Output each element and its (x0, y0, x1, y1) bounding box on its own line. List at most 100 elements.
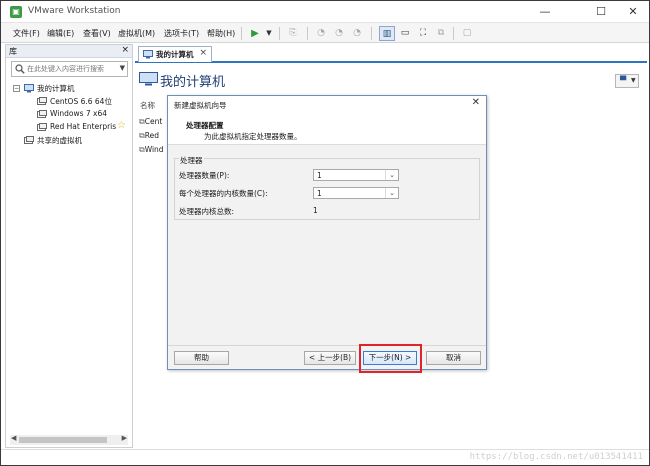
window-title: VMware Workstation (28, 6, 121, 16)
computer-icon (139, 72, 158, 86)
dialog-title: 新建虚拟机向导 (174, 101, 227, 110)
list-item-label: Red (144, 131, 159, 140)
dialog-title-bar: 新建虚拟机向导 ✕ (168, 96, 486, 112)
vmware-logo-icon: ▣ (10, 6, 22, 18)
tree-item-vm[interactable]: Windows 7 x64 (6, 109, 132, 121)
thumbnail-bar-icon[interactable]: ▭ (397, 26, 413, 41)
list-item-label: Wind (144, 145, 164, 154)
processor-count-select[interactable]: 1 ⌄ (313, 169, 399, 181)
menu-help[interactable]: 帮助(H) (207, 28, 235, 39)
scroll-right-icon[interactable]: ▶ (122, 434, 127, 442)
toolbar-separator (371, 27, 372, 40)
scrollbar-thumb[interactable] (19, 437, 107, 443)
highlight-box (359, 344, 422, 373)
view-mode-button[interactable]: ▀ ▼ (615, 74, 639, 88)
toolbar-separator (279, 27, 280, 40)
minimize-button[interactable]: — (529, 1, 561, 23)
vmware-window: ▣ VMware Workstation — ☐ ✕ 文件(F) 编辑(E) 查… (0, 0, 650, 466)
tab-my-computer[interactable]: 我的计算机 × (138, 46, 212, 62)
library-header: 库 × (6, 45, 132, 58)
dialog-close-button[interactable]: ✕ (472, 97, 480, 108)
list-item[interactable]: ⧉Red (139, 131, 159, 141)
list-item[interactable]: ⧉Wind (139, 145, 164, 155)
toolbar-separator (453, 27, 454, 40)
total-cores-value: 1 (313, 206, 318, 215)
toolbar-separator (307, 27, 308, 40)
menu-edit[interactable]: 编辑(E) (47, 28, 74, 39)
tree-item-vm[interactable]: Red Hat Enterpris ☆ (6, 120, 132, 134)
dialog-header-title: 处理器配置 (186, 121, 224, 130)
tree-item-label: 共享的虚拟机 (37, 136, 82, 145)
help-button[interactable]: 帮助 (174, 351, 229, 365)
status-bar: https://blog.csdn.net/u013541411 (1, 449, 649, 465)
tree-item-my-computer[interactable]: − 我的计算机 (6, 83, 132, 95)
revert-snapshot-icon[interactable]: ◔ (331, 26, 347, 41)
console-view-icon[interactable]: ▢ (459, 26, 475, 41)
library-search: ▼ (11, 61, 128, 77)
shared-vm-icon (24, 136, 34, 144)
menu-bar: 文件(F) 编辑(E) 查看(V) 虚拟机(M) 选项卡(T) 帮助(H) ▶ … (1, 23, 649, 43)
favorite-star-icon: ☆ (117, 120, 126, 131)
snapshot-icon[interactable]: ◔ (313, 26, 329, 41)
view-mode-icon: ▀ (620, 76, 627, 85)
computer-icon (143, 50, 153, 59)
power-dropdown-icon[interactable]: ▼ (261, 26, 277, 41)
page-title: 我的计算机 (160, 75, 226, 90)
tab-close-button[interactable]: × (199, 48, 207, 58)
computer-icon (24, 84, 34, 93)
menu-view[interactable]: 查看(V) (83, 28, 111, 39)
cores-per-processor-select[interactable]: 1 ⌄ (313, 187, 399, 199)
full-screen-icon[interactable]: ⛶ (415, 26, 431, 41)
processor-group: 处理器 处理器数量(P): 1 ⌄ 每个处理器的内核数量(C): 1 ⌄ 处理器… (174, 155, 480, 220)
back-button[interactable]: < 上一步(B) (304, 351, 356, 365)
library-title: 库 (9, 47, 17, 56)
select-value: 1 (317, 189, 322, 198)
watermark-text: https://blog.csdn.net/u013541411 (469, 452, 643, 462)
tab-strip: 我的计算机 × (135, 44, 647, 63)
tree-item-shared-vms[interactable]: 共享的虚拟机 (6, 135, 132, 147)
scroll-left-icon[interactable]: ◀ (11, 434, 16, 442)
collapse-icon[interactable]: − (13, 85, 20, 92)
select-value: 1 (317, 171, 322, 180)
tree-item-label: Red Hat Enterpris (50, 122, 117, 131)
show-library-icon[interactable]: ▥ (379, 26, 395, 41)
tab-label: 我的计算机 (156, 50, 194, 59)
library-search-input[interactable] (27, 63, 115, 75)
menu-vm[interactable]: 虚拟机(M) (118, 28, 155, 39)
vm-icon (37, 97, 47, 105)
column-header-name[interactable]: 名称 (140, 100, 155, 111)
total-cores-label: 处理器内核总数: (179, 207, 235, 216)
chevron-down-icon: ▼ (631, 77, 636, 84)
snapshot-manager-icon[interactable]: ◔ (349, 26, 365, 41)
tree-item-vm[interactable]: CentOS 6.6 64位 (6, 96, 132, 108)
maximize-button[interactable]: ☐ (585, 1, 617, 23)
send-keys-icon[interactable]: ⎘ (285, 26, 301, 41)
dialog-header: 处理器配置 为此虚拟机指定处理器数量。 (168, 112, 486, 145)
dialog-footer: 帮助 < 上一步(B) 下一步(N) > 取消 (168, 345, 486, 369)
library-close-button[interactable]: × (121, 45, 129, 55)
list-item-label: Cent (144, 117, 163, 126)
chevron-down-icon: ⌄ (385, 170, 398, 180)
menu-tabs[interactable]: 选项卡(T) (164, 28, 199, 39)
tree-item-label: CentOS 6.6 64位 (50, 97, 112, 106)
toolbar-separator (241, 27, 242, 40)
tree-item-label: Windows 7 x64 (50, 109, 108, 118)
dialog-header-subtitle: 为此虚拟机指定处理器数量。 (204, 132, 302, 141)
vm-icon (37, 110, 47, 118)
tree-item-label: 我的计算机 (37, 84, 75, 93)
group-title: 处理器 (179, 155, 204, 166)
list-item[interactable]: ⧉Cent (139, 117, 162, 127)
search-icon (15, 64, 25, 74)
chevron-down-icon: ⌄ (385, 188, 398, 198)
unity-icon[interactable]: ⧉ (433, 26, 449, 41)
cancel-button[interactable]: 取消 (426, 351, 481, 365)
close-window-button[interactable]: ✕ (617, 1, 649, 23)
search-dropdown-icon[interactable]: ▼ (120, 64, 125, 72)
vm-icon (37, 123, 47, 131)
cores-per-processor-label: 每个处理器的内核数量(C): (179, 189, 268, 198)
new-vm-wizard-dialog: 新建虚拟机向导 ✕ 处理器配置 为此虚拟机指定处理器数量。 处理器 处理器数量(… (167, 95, 487, 370)
library-pane: 库 × ▼ − 我的计算机 (5, 44, 133, 448)
menu-file[interactable]: 文件(F) (13, 28, 40, 39)
title-bar: ▣ VMware Workstation — ☐ ✕ (1, 1, 649, 23)
library-horizontal-scrollbar[interactable]: ◀ ▶ (10, 434, 128, 445)
